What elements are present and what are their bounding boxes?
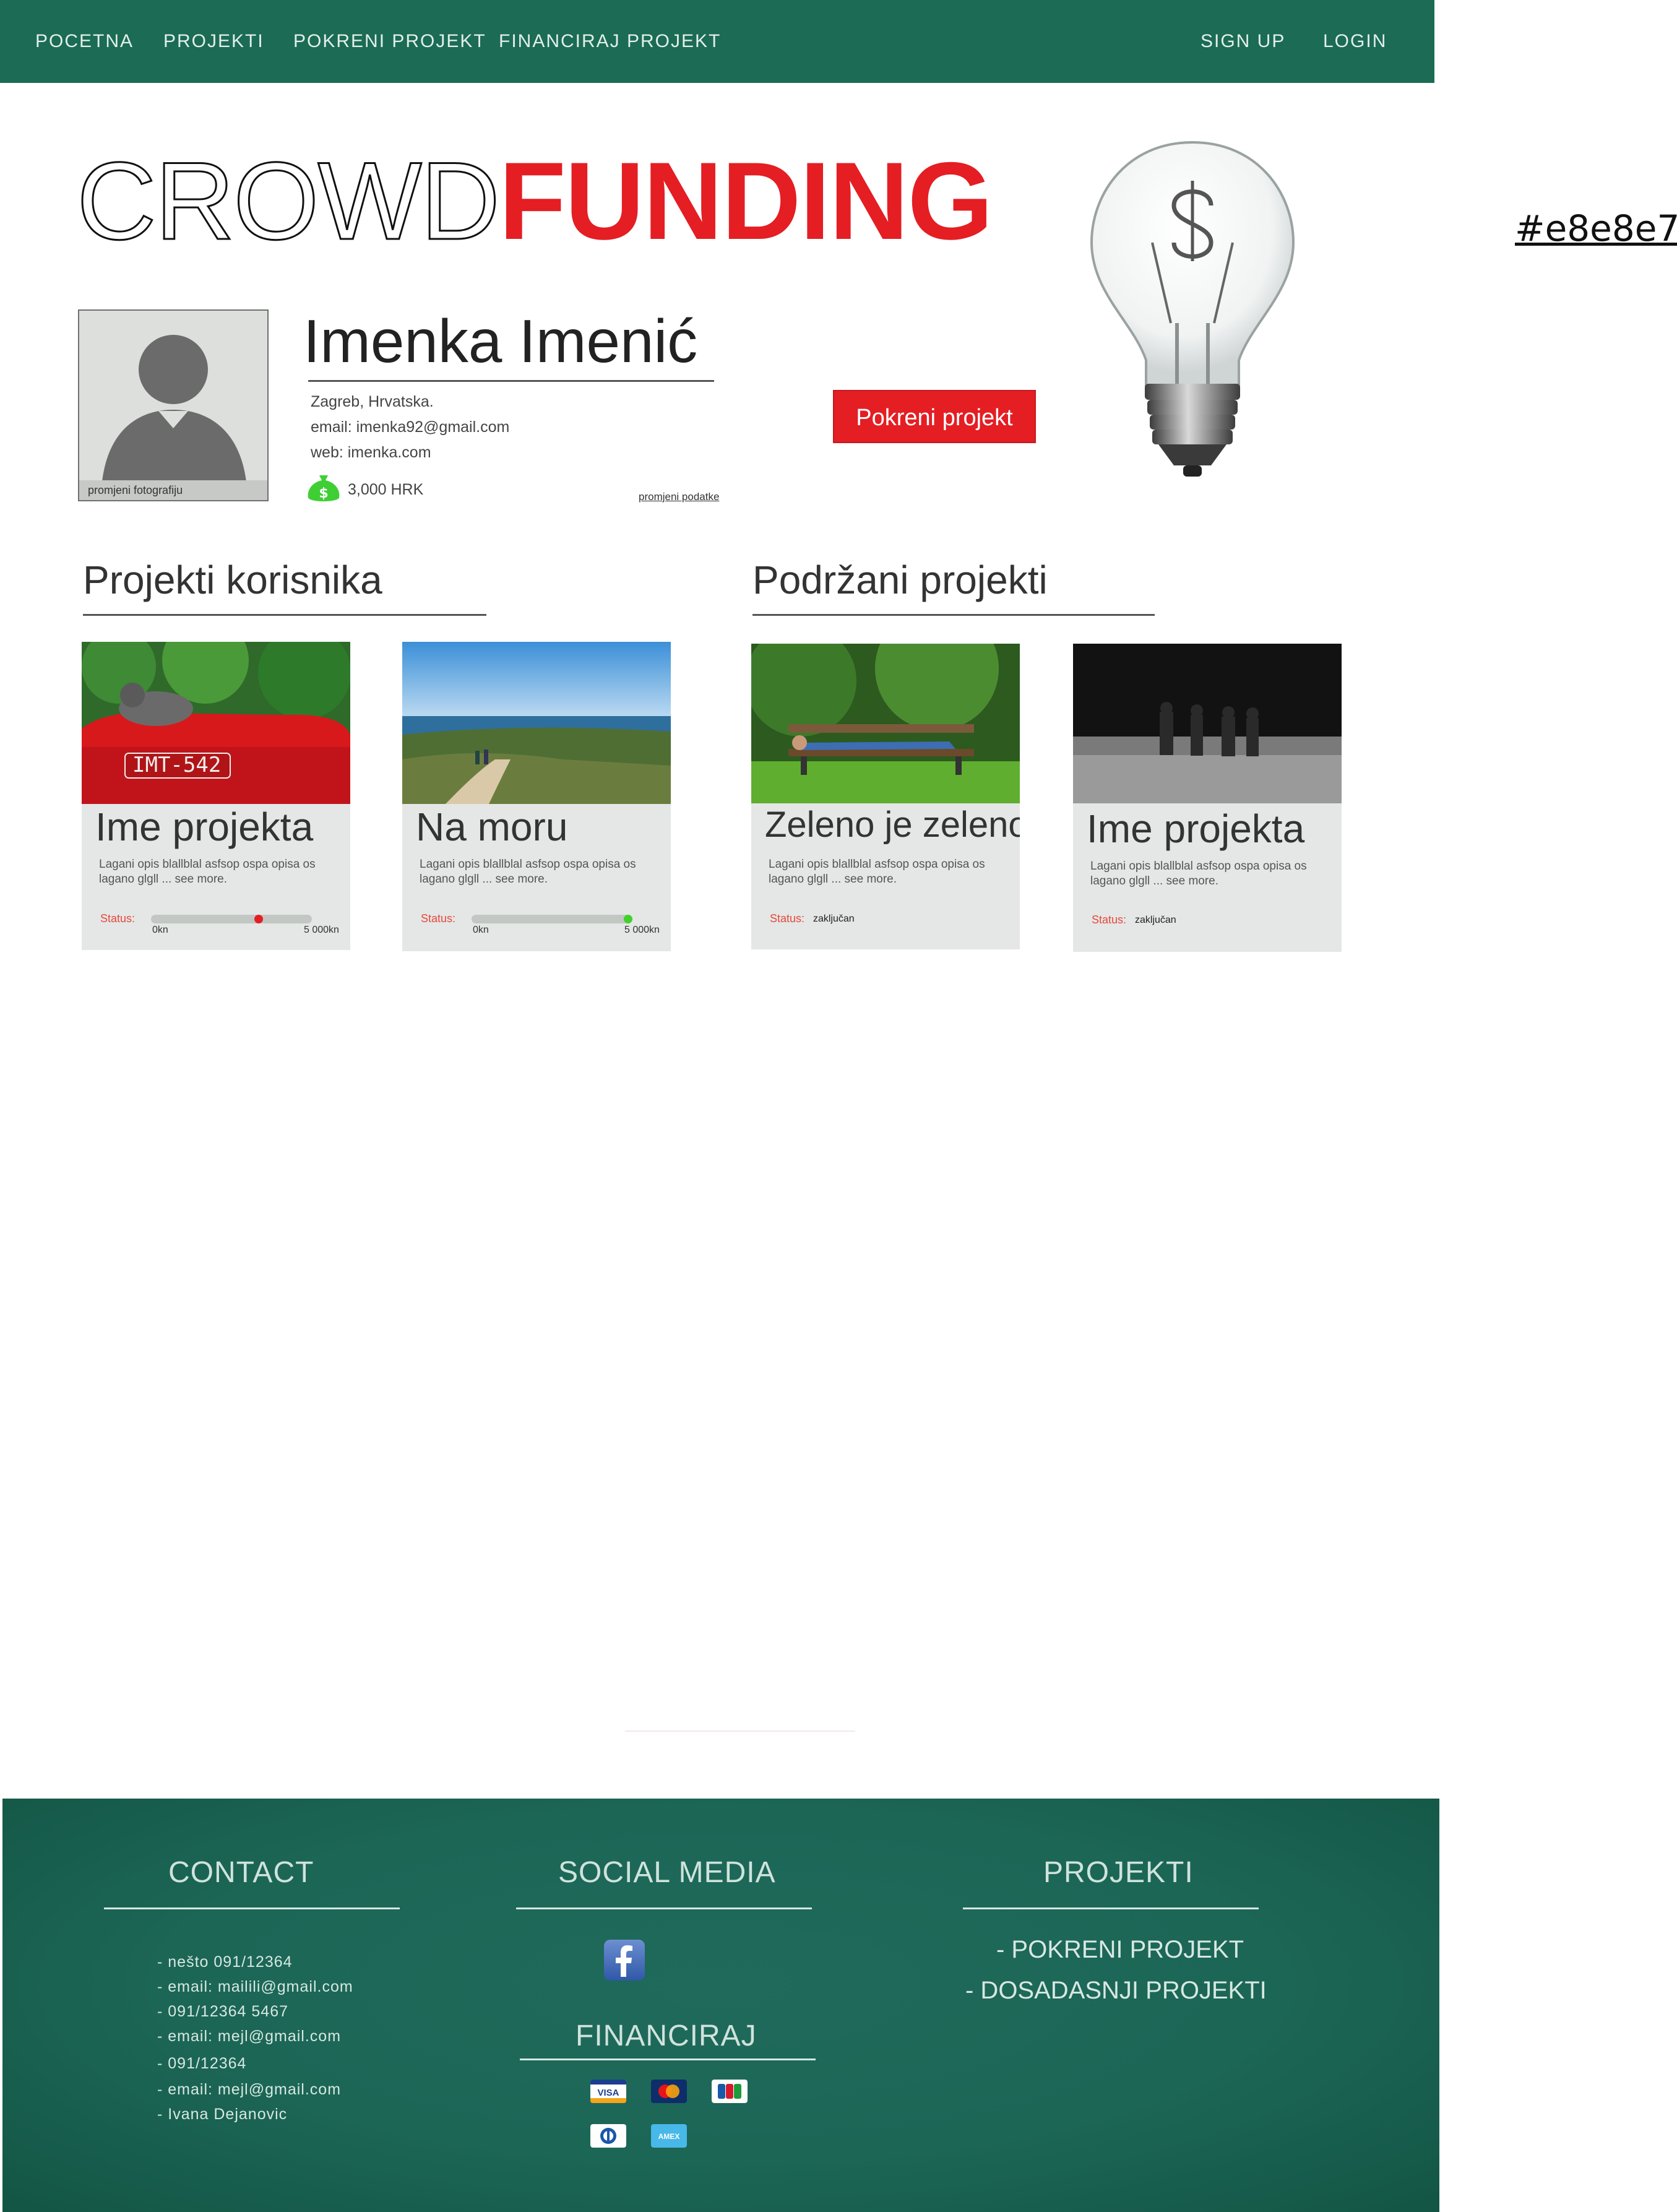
svg-text:IMT-542: IMT-542 [132,753,221,777]
nav-financiraj-projekt[interactable]: FINANCIRAJ PROJEKT [499,31,721,52]
mastercard-icon[interactable] [651,2080,687,2103]
color-swatch-label: #e8e8e7 [1515,207,1677,249]
section-divider [83,614,486,616]
project-title: Ime projekta [95,805,314,849]
site-logo[interactable]: CROWDFUNDING [75,139,993,264]
project-title: Zeleno je zeleno [765,805,1020,845]
visa-icon[interactable]: VISA [590,2080,626,2103]
logo-funding: FUNDING [499,139,993,262]
project-description: Lagani opis blallblal asfsop ospa opisa … [420,858,636,886]
logo-crowd: CROWD [75,139,501,264]
project-card[interactable]: Na moru Lagani opis blallblal asfsop osp… [402,642,671,951]
user-balance: 3,000 HRK [348,481,424,498]
project-image-bench [751,644,1020,803]
footer-contact-heading: CONTACT [168,1856,314,1889]
progress-min: 0kn [473,925,489,935]
project-image-night-walk [1073,644,1342,803]
user-name: Imenka Imenić [303,307,698,375]
footer-projects-heading: PROJEKTI [1043,1856,1194,1889]
svg-text:$: $ [319,486,328,501]
user-silhouette-icon [101,335,248,500]
funding-progress-bar [151,915,312,923]
status-label: Status: [421,912,456,925]
nav-login[interactable]: LOGIN [1323,31,1387,52]
contact-item: - email: mejl@gmail.com [157,2028,342,2045]
funding-progress-marker [624,915,632,923]
footer-link-start-project[interactable]: - POKRENI PROJEKT [996,1936,1244,1964]
progress-max: 5 000kn [624,925,660,935]
contact-item: - Ivana Dejanovic [157,2106,288,2123]
project-card[interactable]: Ime projekta Lagani opis blallblal asfso… [1073,644,1342,952]
user-location: Zagreb, Hrvatska. [311,393,434,410]
footer: CONTACT - nešto 091/12364 - email: maili… [2,1799,1439,2212]
status-label: Status: [1092,914,1127,926]
amex-icon[interactable]: AMEX [651,2124,687,2148]
footer-divider [516,1907,812,1909]
project-image-coast [402,642,671,804]
project-description: Lagani opis blallblal asfsop ospa opisa … [1090,860,1307,888]
jcb-icon[interactable] [712,2080,748,2103]
footer-divider [520,2059,816,2060]
project-description: Lagani opis blallblal asfsop ospa opisa … [769,858,985,886]
contact-item: - 091/12364 [157,2055,247,2072]
funding-progress-bar [472,915,632,923]
footer-link-previous-projects[interactable]: - DOSADASNJI PROJEKTI [965,1977,1267,2005]
section-title-supported-projects: Podržani projekti [752,558,1048,602]
name-divider [308,380,714,382]
section-divider [752,614,1155,616]
contact-item: - email: mejl@gmail.com [157,2081,342,2098]
progress-max: 5 000kn [304,925,339,935]
section-title-user-projects: Projekti korisnika [83,558,382,602]
project-image-red-car: IMT-542 [82,642,350,804]
facebook-icon[interactable] [604,1940,645,1981]
project-card[interactable]: IMT-542 Ime projekta Lagani opis blallbl… [82,642,350,950]
nav-pokreni-projekt[interactable]: POKRENI PROJEKT [293,31,486,52]
footer-divider [963,1907,1259,1909]
status-label: Status: [770,912,805,925]
contact-item: - nešto 091/12364 [157,1953,293,1971]
visa-text: VISA [597,2088,619,2098]
user-web: web: imenka.com [311,444,431,461]
money-bag-icon: $ [308,475,340,501]
footer-social-heading: SOCIAL MEDIA [558,1856,776,1889]
top-navbar: POCETNA PROJEKTI POKRENI PROJEKT FINANCI… [0,0,1434,83]
project-card[interactable]: Zeleno je zeleno Lagani opis blallblal a… [751,644,1020,949]
footer-finance-heading: FINANCIRAJ [576,2020,757,2052]
contact-item: - email: mailili@gmail.com [157,1978,353,1995]
start-project-button[interactable]: Pokreni projekt [833,390,1036,443]
change-photo-link[interactable]: promjeni fotografiju [79,480,267,500]
project-title: Na moru [416,805,568,849]
project-description: Lagani opis blallblal asfsop ospa opisa … [99,858,316,886]
user-email: email: imenka92@gmail.com [311,418,510,436]
status-value: zaključan [1135,915,1176,925]
progress-min: 0kn [152,925,168,935]
status-label: Status: [100,912,136,925]
lightbulb-illustration [1090,140,1295,477]
faint-divider [625,1730,855,1732]
diners-icon[interactable] [590,2124,626,2148]
contact-item: - 091/12364 5467 [157,2003,289,2020]
nav-projekti[interactable]: PROJEKTI [163,31,264,52]
amex-text: AMEX [658,2132,680,2141]
project-title: Ime projekta [1087,806,1305,851]
nav-pocetna[interactable]: POCETNA [35,31,134,52]
nav-sign-up[interactable]: SIGN UP [1201,31,1285,52]
profile-photo[interactable]: promjeni fotografiju [78,309,269,501]
status-value: zaključan [813,914,855,924]
edit-profile-link[interactable]: promjeni podatke [639,491,719,503]
footer-divider [104,1907,400,1909]
